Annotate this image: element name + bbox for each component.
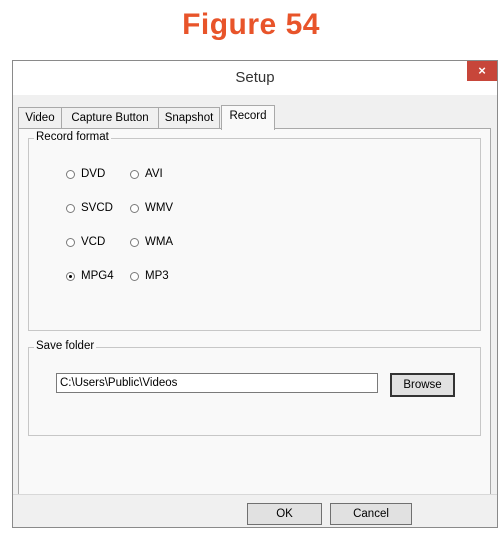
save-folder-legend: Save folder bbox=[34, 340, 97, 352]
browse-button[interactable]: Browse bbox=[390, 373, 455, 397]
ok-button[interactable]: OK bbox=[247, 503, 322, 525]
radio-circle-vcd bbox=[66, 238, 75, 247]
tab-capture-button[interactable]: Capture Button bbox=[61, 107, 159, 128]
title-bar: Setup × bbox=[13, 61, 497, 95]
record-format-legend: Record format bbox=[34, 131, 111, 143]
record-tab-panel: Record format DVD AVI SVCD WMV VCD WMA M… bbox=[18, 128, 491, 495]
close-icon: × bbox=[478, 63, 486, 78]
window-title: Setup bbox=[235, 69, 275, 86]
divider bbox=[13, 494, 497, 495]
figure-title: Figure 54 bbox=[182, 8, 320, 41]
radio-circle-wma bbox=[130, 238, 139, 247]
close-button[interactable]: × bbox=[467, 61, 497, 81]
radio-circle-wmv bbox=[130, 204, 139, 213]
radio-label-svcd: SVCD bbox=[81, 202, 113, 214]
radio-label-mpg4: MPG4 bbox=[81, 270, 114, 282]
radio-label-dvd: DVD bbox=[81, 168, 106, 180]
radio-label-mp3: MP3 bbox=[145, 270, 169, 282]
radio-circle-dvd bbox=[66, 170, 75, 179]
tab-snapshot[interactable]: Snapshot bbox=[158, 107, 220, 128]
radio-label-vcd: VCD bbox=[81, 236, 106, 248]
tab-record[interactable]: Record bbox=[221, 105, 275, 130]
tab-video[interactable]: Video bbox=[18, 107, 62, 128]
radio-label-avi: AVI bbox=[145, 168, 163, 180]
radio-label-wma: WMA bbox=[145, 236, 174, 248]
save-folder-input[interactable] bbox=[56, 373, 378, 393]
setup-dialog: Setup × Video Capture Button Snapshot Re… bbox=[12, 60, 498, 528]
radio-circle-mp3 bbox=[130, 272, 139, 281]
radio-label-wmv: WMV bbox=[145, 202, 174, 214]
cancel-button[interactable]: Cancel bbox=[330, 503, 412, 525]
radio-circle-svcd bbox=[66, 204, 75, 213]
radio-circle-avi bbox=[130, 170, 139, 179]
record-format-group: Record format DVD AVI SVCD WMV VCD WMA M… bbox=[28, 131, 481, 331]
radio-circle-mpg4 bbox=[66, 272, 75, 281]
